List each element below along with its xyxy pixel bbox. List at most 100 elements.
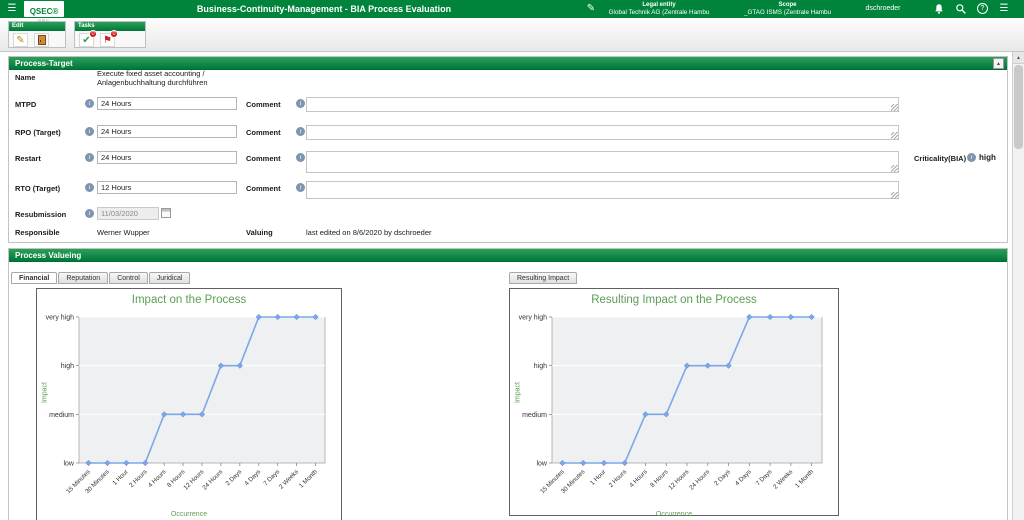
edit-group: Edit ✎ [8,21,66,48]
responsible-label: Responsible [15,228,60,237]
rpo-label: RPO (Target) [15,128,61,137]
tab-reputation[interactable]: Reputation [58,272,109,284]
mtpd-info-icon[interactable]: i [85,99,94,108]
svg-text:very high: very high [46,315,75,322]
svg-text:medium: medium [522,412,547,419]
legal-entity-label: Legal entity [642,2,676,8]
name-value-line1: Execute fixed asset accounting / [97,69,205,78]
tasks-group: Tasks ✔ 0 ⚑ 0 [74,21,146,48]
exit-button[interactable] [34,33,49,47]
resulting-impact-chart-panel: Resulting Impact on the Process Impact l… [509,288,839,518]
rpo-info-icon[interactable]: i [85,127,94,136]
resize-handle[interactable] [891,165,898,172]
rto-input[interactable] [97,181,237,194]
name-label: Name [15,73,36,82]
svg-text:1 Month: 1 Month [298,468,319,489]
name-value-line2: Anlagenbuchhaltung durchführen [97,78,208,87]
svg-text:4 Hours: 4 Hours [628,468,649,489]
mtpd-comment-info-icon[interactable]: i [296,99,305,108]
process-valueing-title: Process Valueing [15,251,82,260]
scrollbar-thumb[interactable] [1014,65,1023,149]
rpo-comment-info-icon[interactable]: i [296,127,305,136]
edit-button[interactable]: ✎ [13,33,28,47]
valueing-tabs: Financial Reputation Control Juridical [11,272,191,284]
rto-comment-textarea[interactable] [306,181,899,199]
svg-text:8 Hours: 8 Hours [649,468,670,489]
help-icon[interactable]: ? [977,3,988,14]
resize-handle[interactable] [891,104,898,111]
svg-text:low: low [63,461,74,468]
resulting-impact-chart-title: Resulting Impact on the Process [591,294,757,306]
resulting-impact-chart-canvas: lowmediumhighvery high15 Minutes30 Minut… [519,313,823,495]
svg-text:high: high [61,363,74,370]
restart-info-icon[interactable]: i [85,153,94,162]
mtpd-label: MTPD [15,100,37,109]
impact-chart-title: Impact on the Process [131,294,247,306]
scope-label: Scope [778,2,797,8]
tasks-flag-button[interactable]: ⚑ 0 [100,30,118,47]
logo-subtext: GRC [38,18,50,23]
resize-handle[interactable] [891,132,898,139]
svg-text:24 Hours: 24 Hours [688,468,711,491]
edit-group-header: Edit [9,22,65,31]
resulting-impact-tabs: Resulting Impact [509,272,578,284]
mtpd-comment-textarea[interactable] [306,97,899,112]
restart-input[interactable] [97,151,237,164]
collapse-section-button[interactable]: ▲ [993,58,1004,69]
tab-resulting-impact[interactable]: Resulting Impact [509,272,578,284]
resize-handle[interactable] [891,192,898,199]
resulting-impact-chart-xlabel: Occurrence [655,511,693,518]
scroll-up-arrow[interactable]: ▲ [1013,52,1024,64]
svg-text:high: high [534,363,547,370]
restart-comment-info-icon[interactable]: i [296,153,305,162]
svg-text:2 Hours: 2 Hours [608,468,629,489]
menu-icon[interactable]: ☰ [5,0,19,18]
rto-label: RTO (Target) [15,184,61,193]
resubmission-input [97,207,159,220]
svg-text:very high: very high [519,315,548,322]
restart-label: Restart [15,154,41,163]
tasks-check-button[interactable]: ✔ 0 [79,30,97,47]
restart-comment-label: Comment [246,154,281,163]
tab-financial[interactable]: Financial [11,272,58,284]
resubmission-label: Resubmission [15,210,67,219]
door-icon [37,35,46,45]
process-valueing-header: Process Valueing [9,249,1007,262]
rto-comment-info-icon[interactable]: i [296,183,305,192]
valuing-label: Valuing [246,228,273,237]
mtpd-input[interactable] [97,97,237,110]
legal-entity-value: Global Technik AG (Zentrale Hambu [608,9,710,16]
svg-text:4 Days: 4 Days [243,468,262,487]
apps-menu-icon[interactable]: ☰ [997,0,1011,18]
edit-context-icon[interactable]: ✎ [585,0,597,18]
rpo-comment-textarea[interactable] [306,125,899,140]
qsec-logo[interactable]: QSEC® GRC [24,1,64,23]
search-icon[interactable] [955,3,967,15]
svg-text:4 Days: 4 Days [734,468,753,487]
svg-text:2 Days: 2 Days [713,468,732,487]
rpo-comment-label: Comment [246,128,281,137]
tab-juridical[interactable]: Juridical [148,272,191,284]
rto-comment-label: Comment [246,184,281,193]
rto-info-icon[interactable]: i [85,183,94,192]
criticality-label: Criticality(BIA) [914,154,967,163]
legal-entity-selector[interactable]: Legal entity Global Technik AG (Zentrale… [600,2,718,16]
resubmission-info-icon[interactable]: i [85,209,94,218]
svg-text:4 Hours: 4 Hours [147,468,168,489]
restart-comment-textarea[interactable] [306,151,899,173]
tab-control[interactable]: Control [109,272,148,284]
process-valueing-section: Process Valueing Financial Reputation Co… [8,248,1008,520]
criticality-info-icon[interactable]: i [967,153,976,162]
process-target-title: Process-Target [15,59,73,68]
bell-icon[interactable] [933,3,945,15]
scope-selector[interactable]: Scope _GTAG ISMS (Zentrale Hambu [735,2,840,16]
logo-text: QSEC® [29,7,59,16]
rpo-input[interactable] [97,125,237,138]
user-menu[interactable]: dschroeder [848,0,918,18]
svg-text:1 Hour: 1 Hour [589,468,607,486]
vertical-scrollbar[interactable]: ▲ [1012,52,1024,520]
scope-value: _GTAG ISMS (Zentrale Hambu [743,9,831,16]
svg-text:low: low [536,461,547,468]
impact-chart-xlabel: Occurrence [170,511,208,518]
svg-text:12 Hours: 12 Hours [667,468,690,491]
